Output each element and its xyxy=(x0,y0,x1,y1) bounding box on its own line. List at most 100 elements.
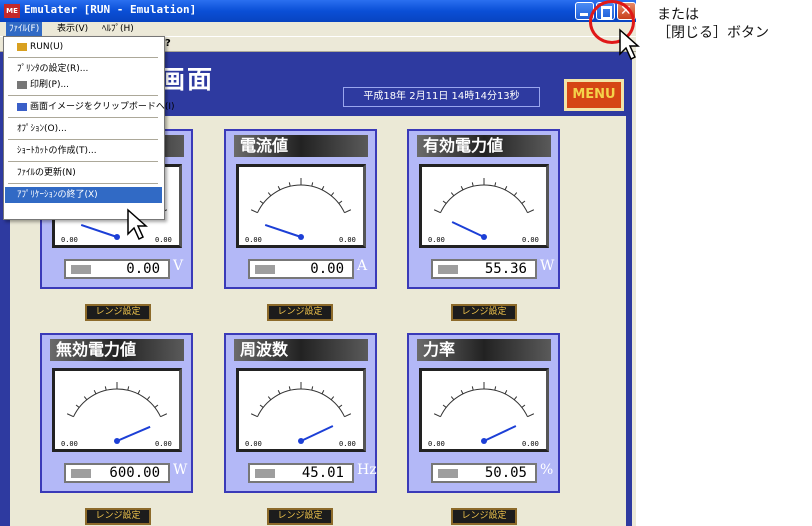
value-display: 55.36 xyxy=(431,259,537,279)
value-display: 0.00 xyxy=(64,259,170,279)
gauge-tick xyxy=(442,404,447,408)
gauge-tick xyxy=(527,413,535,418)
gauge-min-label: 0.00 xyxy=(245,236,262,244)
range-setting-button[interactable]: レンジ設定 xyxy=(85,508,151,525)
panel-title: 無効電力値 xyxy=(50,339,184,361)
value-text: 45.01 xyxy=(301,465,344,481)
gauge-tick xyxy=(471,386,474,391)
gauge-tick xyxy=(521,404,526,408)
menu-item-run[interactable]: RUN(U) xyxy=(5,39,162,55)
gauge-tick xyxy=(66,413,74,418)
menu-item-exit[interactable]: ｱﾌﾟﾘｹｰｼｮﾝの終了(X) xyxy=(5,187,162,203)
help-icon[interactable]: ? xyxy=(165,37,171,51)
analog-meter: 0.00 0.00 xyxy=(236,164,366,248)
value-indicator xyxy=(438,265,458,274)
gauge-tick xyxy=(494,386,497,391)
range-setting-button[interactable]: レンジ設定 xyxy=(451,508,517,525)
gauge-dial: 0.00 0.00 xyxy=(428,382,539,448)
run-icon xyxy=(17,42,27,51)
unit-label: A xyxy=(357,258,368,274)
clipboard-icon xyxy=(17,102,27,111)
range-setting-button[interactable]: レンジ設定 xyxy=(451,304,517,321)
emulator-window: ME Emulater [RUN - Emulation] ✕ ﾌｧｲﾙ(F) … xyxy=(0,0,636,526)
gauge-tick xyxy=(83,396,88,401)
unit-label: Hz xyxy=(357,462,377,478)
value-indicator xyxy=(438,469,458,478)
value-indicator xyxy=(255,469,275,478)
file-menu-dropdown: RUN(U) ﾌﾟﾘﾝﾀの設定(R)... 印刷(P)... 画面イメージをクリ… xyxy=(3,36,175,220)
panel-title: 有効電力値 xyxy=(417,135,551,157)
title-bar[interactable]: ME Emulater [RUN - Emulation] ✕ xyxy=(0,0,636,22)
menu-item-options[interactable]: ｵﾌﾟｼｮﾝ(O)... xyxy=(5,121,162,137)
menu-item-label: 印刷(P)... xyxy=(30,80,70,90)
range-setting-button[interactable]: レンジ設定 xyxy=(267,508,333,525)
gauge-dial: 0.00 0.00 xyxy=(428,178,539,244)
value-text: 0.00 xyxy=(310,261,344,277)
menu-view[interactable]: 表示(V) xyxy=(54,22,91,36)
meter-panel: 周波数 0.00 0.00 45.01 Hz xyxy=(224,333,377,493)
menu-item-label: RUN(U) xyxy=(30,42,64,52)
menu-item-label: 画面イメージをクリップボードへ(I) xyxy=(30,102,175,112)
menu-separator xyxy=(8,161,158,162)
gauge-tick xyxy=(259,200,264,204)
meter-panel: 無効電力値 0.00 0.00 600.00 W xyxy=(40,333,193,493)
gauge-tick xyxy=(338,200,343,204)
unit-label: % xyxy=(540,462,554,478)
range-setting-button[interactable]: レンジ設定 xyxy=(85,304,151,321)
menu-separator xyxy=(8,57,158,58)
gauge-tick xyxy=(311,182,314,187)
value-text: 55.36 xyxy=(484,261,527,277)
gauge-tick xyxy=(250,209,258,214)
gauge-needle xyxy=(264,223,302,238)
menu-item-label: ｵﾌﾟｼｮﾝ(O)... xyxy=(17,124,67,134)
gauge-min-label: 0.00 xyxy=(428,440,445,448)
minimize-icon xyxy=(580,13,588,16)
range-setting-button[interactable]: レンジ設定 xyxy=(267,304,333,321)
menu-item-printer-settings[interactable]: ﾌﾟﾘﾝﾀの設定(R)... xyxy=(5,61,162,77)
datetime-display: 平成18年 2月11日 14時14分13秒 xyxy=(343,87,540,107)
gauge-tick xyxy=(460,186,464,191)
gauge-tick xyxy=(277,390,281,395)
menu-button[interactable]: MENU xyxy=(564,79,624,111)
menu-separator xyxy=(8,139,158,140)
value-indicator xyxy=(71,469,91,478)
analog-meter: 0.00 0.00 xyxy=(419,164,549,248)
menu-separator xyxy=(8,183,158,184)
meter-panel: 電流値 0.00 0.00 0.00 A xyxy=(224,129,377,289)
gauge-tick xyxy=(450,396,455,401)
gauge-dial: 0.00 0.00 xyxy=(245,178,356,244)
gauge-tick xyxy=(267,396,272,401)
unit-label: V xyxy=(173,258,184,274)
gauge-tick xyxy=(75,404,80,408)
gauge-arc xyxy=(257,388,345,417)
gauge-arc xyxy=(440,184,528,213)
menu-file[interactable]: ﾌｧｲﾙ(F) xyxy=(6,22,43,36)
gauge-needle xyxy=(300,425,334,442)
gauge-tick xyxy=(471,182,474,187)
screen-title: 画面 xyxy=(160,65,215,94)
annotation-text: または ［閉じる］ボタン xyxy=(657,6,769,42)
gauge-hub xyxy=(114,234,120,240)
menu-item-label: ﾌﾟﾘﾝﾀの設定(R)... xyxy=(17,64,89,74)
gauge-dial: 0.00 0.00 xyxy=(61,382,172,448)
gauge-arc xyxy=(440,388,528,417)
gauge-tick xyxy=(137,390,141,395)
gauge-max-label: 0.00 xyxy=(155,440,172,448)
menu-item-update-file[interactable]: ﾌｧｲﾙの更新(N) xyxy=(5,165,162,181)
menu-item-label: ｱﾌﾟﾘｹｰｼｮﾝの終了(X) xyxy=(17,190,98,200)
analog-meter: 0.00 0.00 xyxy=(236,368,366,452)
menu-item-copy-screen[interactable]: 画面イメージをクリップボードへ(I) xyxy=(5,99,175,115)
menu-item-print[interactable]: 印刷(P)... xyxy=(5,77,162,93)
meter-panel: 有効電力値 0.00 0.00 55.36 W xyxy=(407,129,560,289)
gauge-tick xyxy=(321,390,325,395)
menu-help[interactable]: ﾍﾙﾌﾟ(H) xyxy=(99,22,137,36)
annotation-line-2: ［閉じる］ボタン xyxy=(657,25,769,41)
gauge-needle xyxy=(116,425,151,442)
gauge-hub xyxy=(481,234,487,240)
gauge-needle xyxy=(483,425,517,442)
gauge-tick xyxy=(288,182,291,187)
gauge-max-label: 0.00 xyxy=(339,236,356,244)
value-display: 600.00 xyxy=(64,463,170,483)
gauge-tick xyxy=(504,186,508,191)
menu-item-create-shortcut[interactable]: ｼｮｰﾄｶｯﾄの作成(T)... xyxy=(5,143,162,159)
